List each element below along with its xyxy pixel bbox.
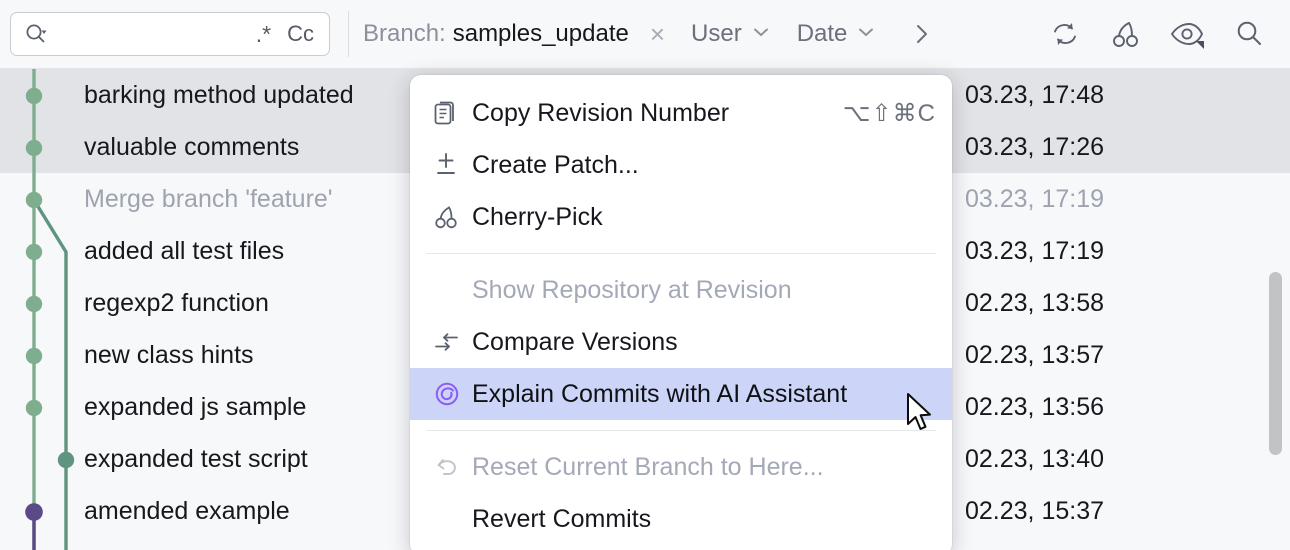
commit-date: 03.23, 17:19 (965, 236, 1105, 265)
chevron-down-icon[interactable] (751, 22, 771, 47)
patch-icon (432, 150, 472, 180)
regex-toggle-button[interactable]: .* (251, 21, 276, 48)
branch-filter-text[interactable]: Branch: samples_update (363, 20, 629, 48)
commit-date: 03.23, 17:26 (965, 132, 1105, 161)
commit-date: 02.23, 13:56 (965, 392, 1105, 421)
copy-icon (432, 98, 472, 128)
menu-item-label: Create Patch... (472, 150, 639, 179)
toolbar-actions (1048, 17, 1290, 51)
search-box[interactable]: .* Cc (10, 12, 330, 56)
chevron-down-icon[interactable] (856, 22, 876, 47)
menu-item[interactable]: Copy Revision Number ⌥⇧⌘C (410, 87, 952, 139)
commit-subject: expanded test script (84, 444, 308, 473)
commit-subject: Merge branch 'feature' (84, 184, 333, 213)
user-filter[interactable]: User (691, 20, 771, 48)
cherry-pick-icon[interactable] (1108, 17, 1142, 51)
menu-separator (426, 253, 936, 254)
commit-context-menu[interactable]: Copy Revision Number ⌥⇧⌘C Create Patch... C… (410, 75, 952, 550)
case-sensitive-toggle-button[interactable]: Cc (282, 21, 319, 47)
menu-item-label: Compare Versions (472, 327, 678, 356)
menu-item[interactable]: Cherry-Pick (410, 191, 952, 243)
commit-subject: valuable comments (84, 132, 300, 161)
commit-subject: added all test files (84, 236, 285, 265)
menu-item[interactable]: Revert Commits (410, 493, 952, 545)
commit-date: 02.23, 13:58 (965, 288, 1105, 317)
menu-item-label: Cherry-Pick (472, 202, 603, 231)
toolbar-divider (348, 11, 349, 57)
vertical-scrollbar[interactable] (1269, 272, 1282, 455)
commit-date: 02.23, 13:40 (965, 444, 1105, 473)
more-filters-button[interactable] (910, 20, 934, 48)
branch-filter-key: Branch: (363, 20, 446, 47)
commit-date: 03.23, 17:48 (965, 80, 1105, 109)
search-input[interactable] (55, 19, 245, 49)
commit-subject: expanded js sample (84, 392, 307, 421)
commit-subject: barking method updated (84, 80, 354, 109)
search-dropdown-icon[interactable] (23, 21, 49, 47)
branch-filter[interactable]: Branch: samples_update × (363, 20, 665, 48)
menu-item-label: Revert Commits (472, 504, 652, 533)
menu-item-label: Show Repository at Revision (472, 275, 792, 304)
commit-subject: regexp2 function (84, 288, 269, 317)
menu-item[interactable]: Explain Commits with AI Assistant (410, 368, 952, 420)
compare-icon (432, 327, 472, 357)
search-icon[interactable] (1232, 17, 1266, 51)
user-filter-label: User (691, 20, 742, 47)
log-toolbar: .* Cc Branch: samples_update × User Date (0, 0, 1290, 69)
ai-assistant-icon (432, 379, 472, 409)
context-menu-items: Copy Revision Number ⌥⇧⌘C Create Patch... C… (410, 87, 952, 545)
branch-filter-value: samples_update (452, 20, 629, 47)
commit-subject: amended example (84, 496, 290, 525)
branch-filter-clear-icon[interactable]: × (650, 21, 665, 47)
menu-item-label: Reset Current Branch to Here... (472, 452, 824, 481)
menu-item-shortcut: ⌥⇧⌘C (842, 99, 936, 127)
eye-icon[interactable] (1168, 17, 1206, 51)
menu-item[interactable]: Create Patch... (410, 139, 952, 191)
menu-item[interactable]: Compare Versions (410, 316, 952, 368)
menu-item-label: Explain Commits with AI Assistant (472, 379, 848, 408)
menu-item: Show Repository at Revision (410, 264, 952, 316)
menu-separator (426, 430, 936, 431)
commit-date: 03.23, 17:19 (965, 184, 1105, 213)
date-filter-label: Date (796, 20, 848, 47)
refresh-icon[interactable] (1048, 17, 1082, 51)
commit-date: 02.23, 15:37 (965, 496, 1105, 525)
menu-item-label: Copy Revision Number (472, 98, 730, 127)
commit-subject: new class hints (84, 340, 254, 369)
cherry-icon (432, 202, 472, 232)
date-filter[interactable]: Date (797, 20, 877, 48)
menu-item: Reset Current Branch to Here... (410, 441, 952, 493)
commit-date: 02.23, 13:57 (965, 340, 1105, 369)
undo-icon (432, 452, 472, 482)
